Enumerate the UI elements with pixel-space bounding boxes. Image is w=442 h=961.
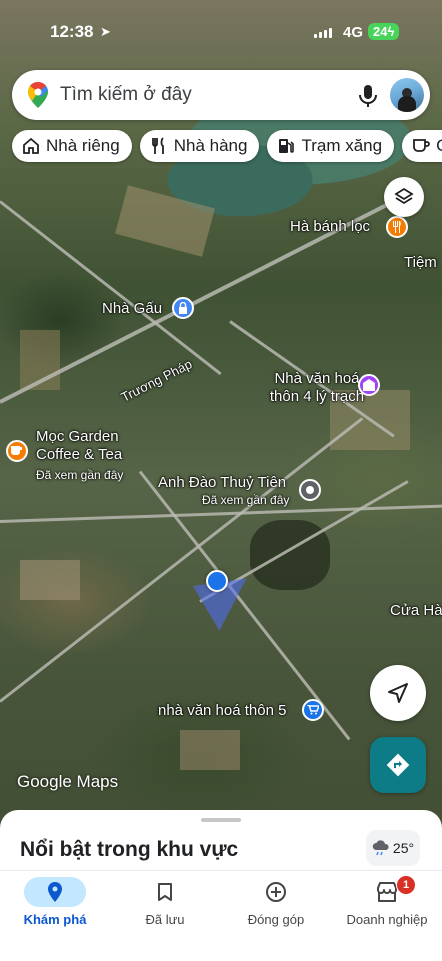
map-field xyxy=(180,730,240,770)
chip-restaurants[interactable]: Nhà hàng xyxy=(139,130,260,162)
search-input[interactable]: Tìm kiếm ở đây xyxy=(60,84,192,106)
coffee-icon[interactable] xyxy=(6,440,28,462)
place-sub-moc-garden: Đã xem gần đây xyxy=(36,468,124,482)
cloud-rain-icon xyxy=(372,840,389,856)
status-bar: 12:38 ➤ 4G 24ϟ xyxy=(0,0,442,60)
status-time: 12:38 xyxy=(50,22,94,41)
nav-label: Đã lưu xyxy=(145,912,185,927)
road-label-truong-phap: Trương Pháp xyxy=(118,356,195,405)
weather-temperature: 25° xyxy=(392,840,415,856)
google-maps-logo-icon xyxy=(28,82,48,108)
chip-label: Nhà riêng xyxy=(46,136,120,155)
place-label-nha-gau[interactable]: Nhà Gấu xyxy=(102,300,162,318)
chip-label: Trạm xăng xyxy=(301,136,383,155)
shopping-icon[interactable] xyxy=(302,699,324,721)
nav-label: Khám phá xyxy=(23,912,87,927)
sheet-title: Nổi bật trong khu vực xyxy=(20,838,239,861)
chip-coffee[interactable]: C xyxy=(402,130,442,162)
nav-contribute[interactable]: Đóng góp xyxy=(221,871,331,961)
chip-gas-stations[interactable]: Trạm xăng xyxy=(267,130,395,162)
layers-icon xyxy=(394,187,414,205)
place-label-nha-van-hoa-thon-4[interactable]: Nhà văn hoá thôn 4 lý trạch xyxy=(262,370,372,406)
bottom-navigation: Khám phá Đã lưu Đóng góp 1 Doanh nghiệp xyxy=(0,870,442,961)
google-maps-attribution: Google Maps xyxy=(17,772,119,791)
current-location-dot xyxy=(206,570,228,592)
battery-level: 24 xyxy=(373,24,388,39)
weather-chip[interactable]: 25° xyxy=(366,830,420,866)
home-icon xyxy=(23,137,39,154)
place-label-nha-van-hoa-thon-5[interactable]: nhà văn hoá thôn 5 xyxy=(158,702,286,720)
directions-icon xyxy=(386,753,410,777)
coffee-icon xyxy=(413,139,430,152)
location-arrow-icon: ➤ xyxy=(100,24,111,39)
nav-saved[interactable]: Đã lưu xyxy=(110,871,220,961)
search-bar[interactable]: Tìm kiếm ở đây xyxy=(12,70,430,120)
chip-home[interactable]: Nhà riêng xyxy=(12,130,132,162)
category-chips: Nhà riêng Nhà hàng Trạm xăng C xyxy=(12,130,442,164)
restaurant-icon[interactable] xyxy=(386,216,408,238)
signal-icon xyxy=(314,28,332,38)
place-label-tiem[interactable]: Tiệm xyxy=(404,254,437,272)
gas-station-icon xyxy=(279,139,295,153)
nav-label: Doanh nghiệp xyxy=(346,912,428,927)
battery-indicator: 24ϟ xyxy=(368,23,400,40)
notification-badge: 1 xyxy=(396,875,416,895)
directions-button[interactable] xyxy=(370,737,426,793)
explore-pin-icon xyxy=(24,877,86,907)
add-circle-icon xyxy=(245,877,307,907)
sheet-drag-handle[interactable] xyxy=(201,818,241,822)
place-label-cua-ha[interactable]: Cửa Hà xyxy=(390,602,442,620)
nav-label: Đóng góp xyxy=(247,912,305,927)
place-label-ha-banh-loc[interactable]: Hà bánh lọc xyxy=(290,218,370,236)
nav-explore[interactable]: Khám phá xyxy=(0,871,110,961)
layers-button[interactable] xyxy=(384,177,424,217)
place-label-moc-garden[interactable]: Mọc Garden Coffee & Tea xyxy=(36,428,122,464)
chip-label: Nhà hàng xyxy=(173,136,248,155)
navigation-arrow-icon xyxy=(388,683,408,703)
map-field xyxy=(20,560,80,600)
microphone-icon[interactable] xyxy=(357,84,379,108)
community-icon[interactable] xyxy=(358,374,380,396)
lock-icon[interactable] xyxy=(172,297,194,319)
place-label-anh-dao[interactable]: Anh Đào Thuỷ Tiên xyxy=(158,474,286,492)
network-type: 4G xyxy=(343,24,364,41)
map-field xyxy=(115,185,215,257)
saved-place-icon[interactable] xyxy=(299,479,321,501)
nav-business[interactable]: 1 Doanh nghiệp xyxy=(332,871,442,961)
my-location-button[interactable] xyxy=(370,665,426,721)
charging-icon: ϟ xyxy=(387,24,395,39)
chip-label: C xyxy=(436,136,442,156)
avatar[interactable] xyxy=(390,78,424,112)
restaurant-icon xyxy=(151,137,164,154)
place-sub-anh-dao: Đã xem gần đây xyxy=(202,493,290,507)
bookmark-icon xyxy=(134,877,196,907)
